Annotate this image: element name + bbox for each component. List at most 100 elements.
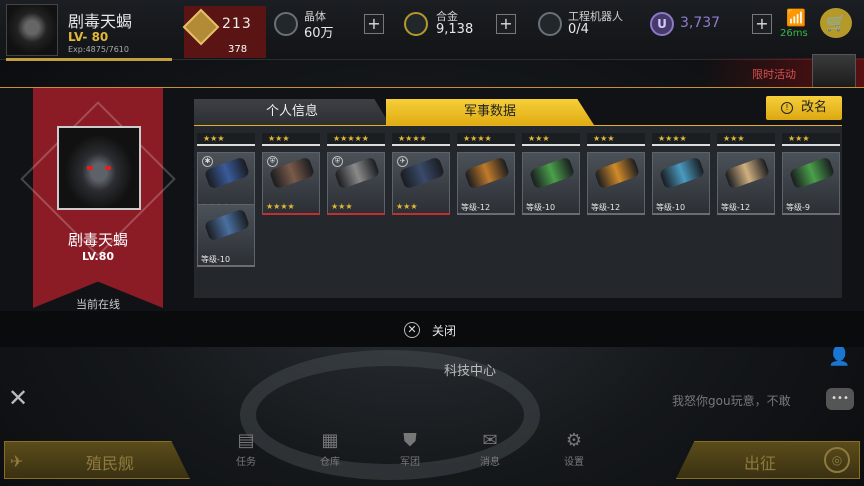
item-underline — [717, 213, 775, 215]
podium-icon: 213 — [222, 16, 252, 32]
item-underline — [782, 213, 840, 215]
add-alloy-button[interactable]: + — [496, 14, 516, 34]
nav-mail[interactable]: ✉ 消息 — [460, 430, 520, 468]
item-art — [463, 156, 511, 190]
item-slot: 等级-12 — [457, 152, 515, 214]
online-status: 当前在线 — [76, 298, 120, 311]
alloy-icon — [404, 12, 428, 36]
nav-label: 消息 — [480, 457, 500, 468]
rename-button[interactable]: ! 改名 — [766, 96, 842, 120]
nav-legion[interactable]: ⛊ 军团 — [380, 430, 440, 468]
crystal-value: 60万 — [304, 26, 334, 41]
player-name: 剧毒天蝎 — [68, 12, 133, 31]
nav-label: 设置 — [564, 457, 584, 468]
close-icon[interactable]: ✕ — [404, 322, 420, 338]
item-art — [723, 156, 771, 190]
item-level: 等级-10 — [201, 255, 231, 264]
profile-name: 剧毒天蝎 — [67, 231, 128, 249]
item-class-icon: ✱ — [202, 156, 213, 167]
item-rarity: ★★★ — [782, 133, 840, 146]
item-card[interactable]: ★★★★★ ⛨ ★★★ — [327, 133, 385, 215]
item-card[interactable]: ★★★ 等级-10 — [522, 133, 580, 215]
ship-icon: ✈ — [10, 452, 24, 471]
item-stars: ★★★ — [331, 202, 353, 211]
item-card[interactable]: ★★★★ ✈ ★★★ — [392, 133, 450, 215]
rank-value: 378 — [228, 44, 248, 55]
tab-personal-info[interactable]: 个人信息 — [194, 99, 390, 125]
item-level: 等级-9 — [786, 203, 810, 212]
player-avatar[interactable] — [6, 4, 58, 56]
item-card[interactable]: ★★★★ 等级-10 — [652, 133, 710, 215]
promo-label: 限时活动 — [752, 68, 796, 81]
item-level: 等级-10 — [656, 203, 686, 212]
chat-icon[interactable]: ••• — [826, 388, 854, 410]
item-rarity: ★★★ — [587, 133, 645, 146]
item-slot: 等级-10 — [522, 152, 580, 214]
exp-bar — [6, 58, 172, 61]
item-card[interactable]: ★★★ ⛨ ★★★★ — [262, 133, 320, 215]
warehouse-icon: ▦ — [321, 430, 339, 451]
nav-mission[interactable]: ▤ 任务 — [216, 430, 276, 468]
mail-icon: ✉ — [482, 430, 498, 451]
item-card[interactable]: 等级-10 — [197, 204, 255, 286]
tab-military-data[interactable]: 军事数据 — [386, 99, 594, 125]
add-premium-button[interactable]: + — [752, 14, 772, 34]
rename-label: 改名 — [800, 100, 827, 115]
item-class-icon: ⛨ — [267, 156, 278, 167]
target-icon[interactable]: ◎ — [824, 447, 850, 473]
portrait-eyes — [84, 166, 114, 170]
item-stars: ★★★ — [396, 202, 418, 211]
item-rarity: ★★★★ — [652, 133, 710, 146]
info-icon: ! — [780, 102, 793, 114]
close-label[interactable]: 关闭 — [432, 322, 456, 339]
wifi-icon: 📶 — [786, 8, 806, 27]
item-level: 等级-12 — [591, 203, 621, 212]
player-exp: Exp:4875/7610 — [68, 45, 129, 54]
chat-preview[interactable]: 我怒你gou玩意，不敢 — [672, 392, 791, 409]
item-underline — [262, 213, 320, 215]
nav-warehouse[interactable]: ▦ 仓库 — [300, 430, 360, 468]
tools-icon[interactable]: ✕ — [8, 384, 28, 412]
deploy-label: 出征 — [744, 454, 777, 473]
item-card[interactable]: ★★★★ 等级-12 — [457, 133, 515, 215]
item-rarity: ★★★ — [522, 133, 580, 146]
tech-center-label[interactable]: 科技中心 — [444, 360, 496, 379]
item-class-icon: ✈ — [397, 156, 408, 167]
item-card[interactable]: ★★★ 等级-9 — [782, 133, 840, 215]
item-card[interactable]: ★★★ 等级-12 — [717, 133, 775, 215]
item-underline — [457, 213, 515, 215]
premium-currency-value: 3,737 — [680, 15, 721, 31]
robot-icon — [538, 12, 562, 36]
item-slot: 等级-12 — [717, 152, 775, 214]
item-art — [528, 156, 576, 190]
promo-chest-icon[interactable] — [812, 54, 856, 90]
item-level: 等级-12 — [721, 203, 751, 212]
item-underline — [392, 213, 450, 215]
item-card[interactable]: ★★★✱★★★★ — [197, 133, 255, 215]
item-slot: ⛨ ★★★★ — [262, 152, 320, 214]
crystal-icon — [274, 12, 298, 36]
item-card[interactable]: ★★★ 等级-12 — [587, 133, 645, 215]
nav-label: 仓库 — [320, 457, 340, 468]
item-underline — [652, 213, 710, 215]
ping-value: 26ms — [780, 28, 808, 39]
colony-ship-label: 殖民舰 — [86, 454, 135, 473]
item-underline — [197, 265, 255, 267]
item-rarity: ★★★ — [197, 133, 255, 146]
friend-icon[interactable]: 👤 — [828, 346, 850, 367]
item-rarity: ★★★★ — [457, 133, 515, 146]
robot-value: 0/4 — [568, 22, 589, 37]
item-level: 等级-12 — [461, 203, 491, 212]
mission-icon: ▤ — [237, 430, 255, 451]
item-art — [788, 156, 836, 190]
nav-label: 军团 — [400, 457, 420, 468]
shop-cart-button[interactable]: 🛒 — [820, 8, 852, 38]
nav-settings[interactable]: ⚙ 设置 — [544, 430, 604, 468]
item-underline — [522, 213, 580, 215]
item-slot: ✈ ★★★ — [392, 152, 450, 214]
nav-label: 任务 — [236, 457, 256, 468]
item-slot: 等级-10 — [652, 152, 710, 214]
add-crystal-button[interactable]: + — [364, 14, 384, 34]
item-rarity: ★★★ — [262, 133, 320, 146]
item-rarity: ★★★★ — [392, 133, 450, 146]
